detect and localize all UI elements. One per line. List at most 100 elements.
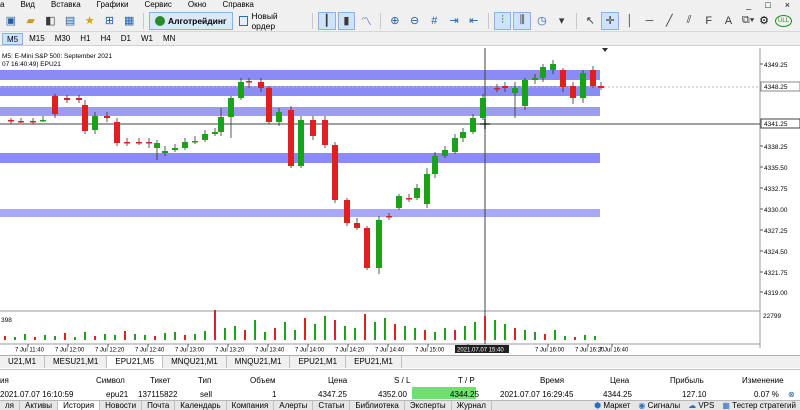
menu-tools[interactable]: Сервис (136, 0, 179, 10)
tab-trade[interactable]: ля (0, 401, 20, 410)
channel-icon[interactable]: ⫽ (680, 12, 698, 30)
col-header-tp[interactable]: T / P (458, 376, 475, 385)
tab-news[interactable]: Новости (100, 401, 143, 410)
periods-icon[interactable]: ◷ (533, 12, 551, 30)
timeframe-h1[interactable]: H1 (76, 33, 94, 45)
indicators-icon[interactable]: ⫶ (493, 11, 512, 30)
timeframe-w1[interactable]: W1 (137, 33, 157, 45)
tab-alerts[interactable]: Алерты (274, 401, 314, 410)
chart-tab[interactable]: MESU21,M1 (45, 356, 108, 368)
col-header-ticket[interactable]: Тикет (150, 376, 170, 385)
timeframe-m15[interactable]: M15 (25, 33, 49, 45)
tab-exposure[interactable]: Активы (20, 401, 59, 410)
maximize-button[interactable]: □ (765, 0, 770, 10)
tester-icon[interactable]: ▦ (120, 12, 138, 30)
chart-tab-active[interactable]: EPU21,M5 (107, 356, 164, 368)
autoscroll-icon[interactable]: ⇥ (445, 12, 463, 30)
col-header-price[interactable]: Цена (328, 376, 347, 385)
candle-bull (432, 156, 438, 174)
chart-tab[interactable]: MNQU21,M1 (227, 356, 291, 368)
chart-tab[interactable]: MNQU21,M1 (163, 356, 227, 368)
horizontal-line-icon[interactable]: ─ (641, 12, 659, 30)
chart-canvas[interactable]: 4349.25 4338.25 4335.50 4332.75 4330.00 4327.… (0, 48, 800, 354)
volume-bar (494, 320, 496, 340)
tester-label: Тестер стратегий (732, 401, 796, 410)
tab-experts[interactable]: Эксперты (405, 401, 452, 410)
signals-link[interactable]: ◉ Сигналы (638, 401, 680, 410)
col-header-profit[interactable]: Прибыль (670, 376, 704, 385)
menu-help[interactable]: Справка (214, 0, 261, 10)
vps-link[interactable]: ☁ VPS (688, 401, 714, 410)
zoom-out-icon[interactable]: ⊖ (406, 12, 424, 30)
chart-tab[interactable]: EPU21,M1 (290, 356, 347, 368)
volume-bar (214, 310, 216, 340)
close-button[interactable]: × (785, 0, 790, 10)
menu-insert[interactable]: Вставка (43, 0, 89, 10)
minimize-button[interactable]: _ (746, 0, 751, 10)
timeframe-m5[interactable]: M5 (2, 32, 24, 45)
timeframe-d1[interactable]: D1 (117, 33, 135, 45)
shapes-icon[interactable]: ▾ (553, 12, 571, 30)
trendline-icon[interactable]: ╱ (660, 12, 678, 30)
algo-trading-button[interactable]: Алготрейдинг (149, 11, 233, 30)
candles-icon[interactable]: ▮ (337, 11, 356, 30)
tab-articles[interactable]: Статьи (313, 401, 351, 410)
cell-sl[interactable]: 4352.00 (378, 390, 407, 399)
chart-tab[interactable]: U21,M1 (0, 356, 46, 368)
new-order-button[interactable]: Новый ордер (235, 11, 307, 31)
templates-icon[interactable]: ⫼ (513, 11, 532, 30)
text-icon[interactable]: A (720, 12, 738, 30)
tab-library[interactable]: Библиотека (350, 401, 405, 410)
timeframe-m30[interactable]: M30 (51, 33, 75, 45)
fibo-icon[interactable]: F (700, 12, 718, 30)
close-position-icon[interactable]: ⊗ (788, 390, 795, 399)
bar-chart-icon[interactable]: ┃ (317, 11, 336, 30)
menu-view[interactable]: Вид (12, 0, 42, 10)
menu-window[interactable]: Окно (180, 0, 215, 10)
tab-journal[interactable]: Журнал (452, 401, 492, 410)
candle-bear (64, 98, 70, 100)
tab-calendar[interactable]: Календарь (175, 401, 227, 410)
chart-shift-icon[interactable]: ⇤ (465, 12, 483, 30)
crosshair-icon[interactable]: ✛ (601, 11, 619, 30)
candle-bear (146, 142, 152, 144)
market-link[interactable]: ⬢ Маркет (594, 401, 630, 410)
zoom-in-icon[interactable]: ⊕ (386, 12, 404, 30)
cursor-icon[interactable]: ↖ (582, 12, 600, 30)
volume-bar (84, 332, 86, 340)
menu-charts[interactable]: Графики (89, 0, 137, 10)
data-window-icon[interactable]: ⊞ (101, 12, 119, 30)
line-chart-icon[interactable]: 〽 (357, 12, 375, 30)
tester-link[interactable]: ▦ Тестер стратегий (722, 401, 796, 410)
time-tick-label: 7 Jul 14:00 (295, 348, 325, 354)
col-header-price2[interactable]: Цена (610, 376, 629, 385)
settings-icon[interactable]: ⚙ (759, 14, 769, 27)
col-header-type[interactable]: Тип (198, 376, 211, 385)
col-header-volume[interactable]: Объем (250, 376, 276, 385)
folder-icon[interactable]: ▰ (22, 12, 40, 30)
navigator-icon[interactable]: ★ (81, 12, 99, 30)
menu-file[interactable]: а (0, 0, 12, 10)
tab-mailbox[interactable]: Почта (142, 401, 176, 410)
profiles-icon[interactable]: ◧ (41, 12, 59, 30)
toolbar-separator (311, 12, 313, 29)
price-chart[interactable]: 4349.25 4338.25 4335.50 4332.75 4330.00 4327.… (0, 48, 800, 354)
market-watch-icon[interactable]: ▤ (61, 12, 79, 30)
tab-company[interactable]: Компания (227, 401, 275, 410)
col-header-time[interactable]: ия (0, 376, 9, 385)
candle-bear (82, 105, 88, 131)
col-header-sl[interactable]: S / L (394, 376, 410, 385)
shapes-dropdown-icon[interactable]: ⧉▾ (739, 12, 757, 30)
col-header-time2[interactable]: Время (540, 376, 564, 385)
col-header-change[interactable]: Изменение (742, 376, 784, 385)
timeframe-mn[interactable]: MN (159, 33, 179, 45)
cell-tp[interactable]: 4344.25 (450, 390, 479, 399)
grid-icon[interactable]: # (425, 12, 443, 30)
chart-shift-marker[interactable] (602, 48, 608, 52)
tab-history[interactable]: История (58, 401, 101, 410)
timeframe-h4[interactable]: H4 (96, 33, 114, 45)
new-chart-icon[interactable]: ▣ (2, 12, 20, 30)
vertical-line-icon[interactable]: │ (621, 12, 639, 30)
chart-tab[interactable]: EPU21,M1 (346, 356, 402, 368)
col-header-symbol[interactable]: Символ (96, 376, 125, 385)
